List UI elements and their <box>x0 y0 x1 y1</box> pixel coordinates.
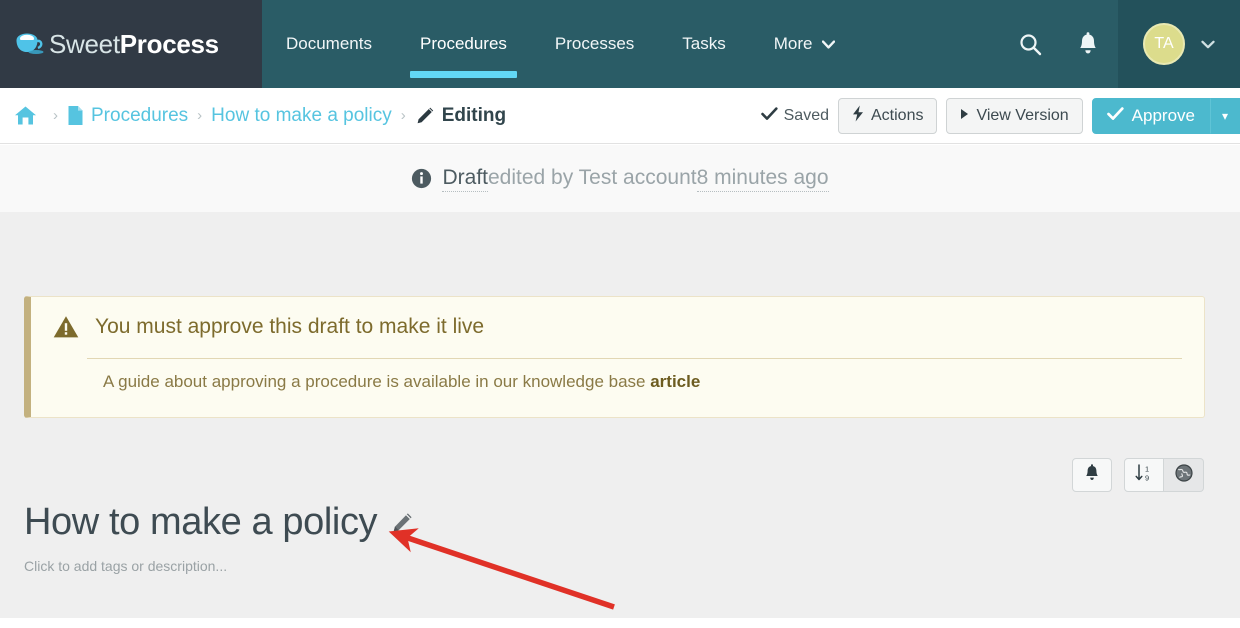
draft-status-bar: Draft edited by Test account 8 minutes a… <box>0 145 1240 212</box>
chevron-down-icon <box>821 37 835 52</box>
page-title: How to make a policy <box>24 501 414 544</box>
nav-item-processes[interactable]: Processes <box>531 0 658 88</box>
home-icon[interactable] <box>14 105 37 126</box>
logo-text-light: Sweet <box>49 28 120 59</box>
document-actions: Saved Actions View Version Approve ▾ <box>760 88 1240 144</box>
saved-label: Saved <box>783 107 829 124</box>
breadcrumb-separator: › <box>197 107 203 124</box>
document-toolbar: 1 9 <box>1072 458 1204 492</box>
pencil-icon[interactable] <box>391 501 414 544</box>
nav-item-procedures[interactable]: Procedures <box>396 0 531 88</box>
search-icon[interactable] <box>1004 0 1056 88</box>
bolt-icon <box>852 105 864 127</box>
breadcrumb-separator: › <box>400 107 406 124</box>
saved-status: Saved <box>760 106 829 126</box>
tags-description-placeholder[interactable]: Click to add tags or description... <box>24 558 414 574</box>
nav-item-tasks[interactable]: Tasks <box>658 0 749 88</box>
status-middle-text: edited by Test account <box>488 165 697 189</box>
nav-item-label: Tasks <box>682 34 726 53</box>
bottom-strip <box>0 618 1240 628</box>
approve-button-label: Approve <box>1131 106 1195 125</box>
nav-item-label: More <box>773 34 813 53</box>
nav-item-more[interactable]: More <box>750 0 859 88</box>
breadcrumb-separator: › <box>53 107 58 124</box>
view-mode-group: 1 9 <box>1124 458 1204 492</box>
nav-item-documents[interactable]: Documents <box>262 0 396 88</box>
alert-header: You must approve this draft to make it l… <box>31 297 1204 344</box>
status-timestamp: 8 minutes ago <box>696 166 829 192</box>
draft-status-text: Draft edited by Test account 8 minutes a… <box>411 165 829 192</box>
file-icon <box>67 105 84 126</box>
bell-icon <box>1084 463 1100 487</box>
coffee-cup-icon <box>14 31 44 57</box>
approve-button[interactable]: Approve <box>1091 98 1210 134</box>
sort-numeric-button[interactable]: 1 9 <box>1124 458 1164 492</box>
info-icon[interactable] <box>411 168 432 189</box>
globe-icon <box>1174 463 1193 487</box>
bell-icon[interactable] <box>1062 0 1114 88</box>
breadcrumb-current: Editing <box>441 104 507 126</box>
document-header: How to make a policy Click to add tags o… <box>24 501 414 574</box>
alert-body-link[interactable]: article <box>650 372 700 391</box>
app-window: SweetProcess Documents Procedures Proces… <box>0 0 1240 628</box>
pencil-icon <box>415 106 435 126</box>
svg-text:9: 9 <box>1145 473 1149 482</box>
nav-item-label: Documents <box>286 34 372 53</box>
breadcrumb-link-document[interactable]: How to make a policy <box>211 105 392 127</box>
nav-menu: Documents Procedures Processes Tasks Mor… <box>262 0 1004 88</box>
breadcrumb: › Procedures › How to make a policy › Ed… <box>14 105 506 127</box>
logo-text-bold: Process <box>119 28 219 59</box>
user-menu[interactable]: TA <box>1118 0 1240 88</box>
breadcrumb-link-procedures[interactable]: Procedures <box>91 105 188 127</box>
caret-down-icon: ▾ <box>1221 109 1229 123</box>
approve-dropdown-toggle[interactable]: ▾ <box>1210 98 1240 134</box>
subscribe-button[interactable] <box>1072 458 1112 492</box>
view-version-button[interactable]: View Version <box>946 98 1083 134</box>
approve-draft-alert: You must approve this draft to make it l… <box>24 296 1205 418</box>
play-icon <box>960 107 969 125</box>
check-icon <box>760 106 778 126</box>
actions-button[interactable]: Actions <box>838 98 938 134</box>
view-version-button-label: View Version <box>976 107 1069 124</box>
check-icon <box>1106 106 1124 126</box>
breadcrumb-bar: › Procedures › How to make a policy › Ed… <box>0 88 1240 144</box>
page-title-text: How to make a policy <box>24 501 378 543</box>
nav-item-label: Processes <box>554 34 635 53</box>
status-badge: Draft <box>442 166 488 192</box>
warning-triangle-icon <box>53 315 79 344</box>
main-content: You must approve this draft to make it l… <box>0 212 1240 618</box>
top-navbar: SweetProcess Documents Procedures Proces… <box>0 0 1240 88</box>
globe-button[interactable] <box>1164 458 1204 492</box>
approve-button-group: Approve ▾ <box>1091 98 1240 134</box>
nav-icons <box>1004 0 1118 88</box>
logo[interactable]: SweetProcess <box>0 0 262 88</box>
alert-body: A guide about approving a procedure is a… <box>31 359 1204 392</box>
chevron-down-icon <box>1201 36 1215 52</box>
nav-item-label: Procedures <box>419 34 507 53</box>
actions-button-label: Actions <box>871 107 924 124</box>
svg-text:1: 1 <box>1145 464 1149 473</box>
logo-text: SweetProcess <box>49 29 219 60</box>
sort-numeric-icon: 1 9 <box>1134 463 1154 487</box>
avatar[interactable]: TA <box>1143 23 1185 65</box>
alert-body-text: A guide about approving a procedure is a… <box>103 372 651 391</box>
alert-title: You must approve this draft to make it l… <box>95 315 485 338</box>
